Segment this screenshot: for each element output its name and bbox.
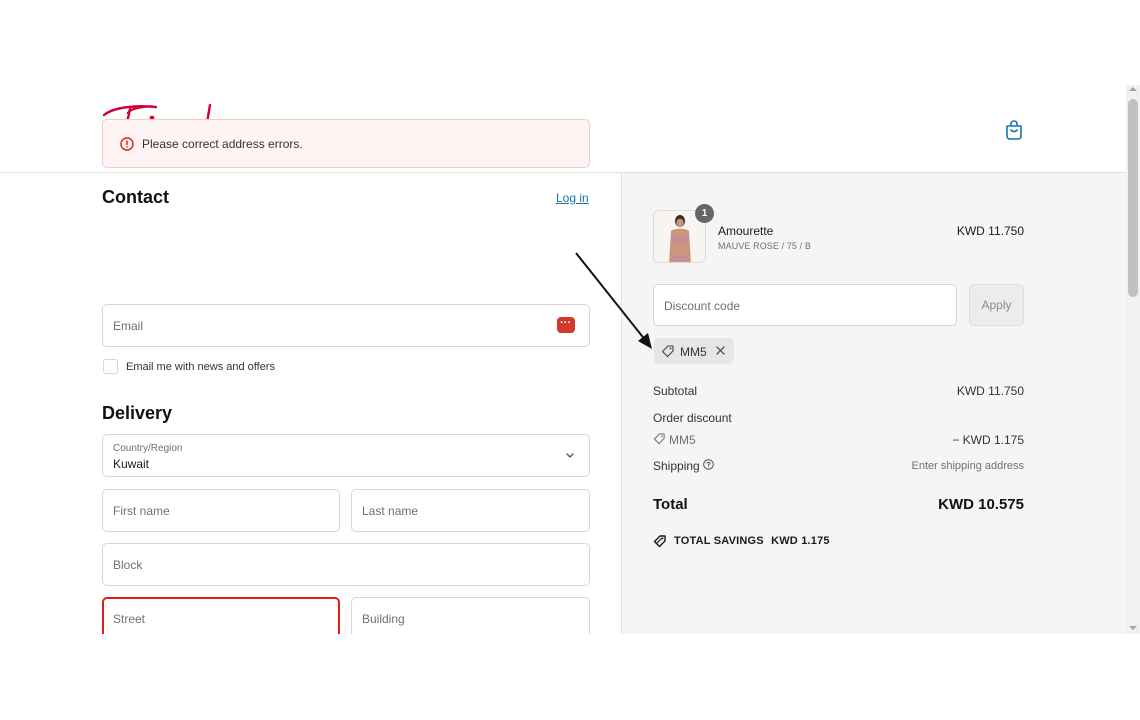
newsletter-checkbox[interactable] [103, 359, 118, 374]
street-placeholder: Street [113, 612, 146, 626]
subtotal-value: KWD 11.750 [956, 384, 1024, 398]
address-error-banner: Please correct address errors. [102, 119, 590, 168]
help-circle-icon[interactable] [703, 459, 714, 470]
applied-discount-code: MM5 [680, 345, 707, 359]
product-name: Amourette [718, 224, 774, 238]
first-name-field[interactable]: First name [102, 489, 340, 532]
quantity-badge: 1 [695, 204, 714, 223]
subtotal-label: Subtotal [653, 384, 698, 398]
country-value: Kuwait [113, 457, 150, 471]
savings-value: KWD 1.175 [771, 535, 830, 547]
discount-tag-icon [653, 433, 665, 445]
tag-icon [661, 345, 674, 358]
country-select[interactable]: Country/Region Kuwait [102, 434, 590, 477]
last-name-placeholder: Last name [362, 504, 419, 518]
first-name-placeholder: First name [113, 504, 170, 518]
total-savings: TOTAL SAVINGS KWD 1.175 [674, 535, 830, 547]
last-name-field[interactable]: Last name [351, 489, 590, 532]
product-price: KWD 11.750 [956, 224, 1024, 238]
total-value: KWD 10.575 [938, 496, 1024, 513]
discount-placeholder: Discount code [664, 299, 741, 313]
block-field[interactable]: Block [102, 543, 590, 586]
total-label: Total [653, 496, 688, 513]
applied-discount-tag: MM5 [654, 338, 734, 364]
country-label: Country/Region [113, 443, 183, 454]
newsletter-label: Email me with news and offers [126, 361, 275, 373]
street-field[interactable]: Street [102, 597, 340, 634]
scroll-up-arrow-icon[interactable] [1129, 87, 1137, 91]
remove-discount-icon[interactable] [714, 344, 727, 357]
contact-heading: Contact [102, 187, 169, 207]
scrollbar-thumb[interactable] [1128, 99, 1138, 297]
error-message: Please correct address errors. [142, 137, 303, 151]
alert-circle-icon [120, 137, 134, 151]
savings-label: TOTAL SAVINGS [674, 535, 764, 547]
chevron-down-icon [566, 453, 574, 458]
apply-discount-button[interactable]: Apply [969, 284, 1024, 326]
email-placeholder: Email [113, 319, 144, 333]
shipping-value: Enter shipping address [911, 460, 1024, 472]
shopping-bag-icon[interactable] [1004, 119, 1024, 141]
page-scrollbar[interactable] [1126, 85, 1140, 634]
scroll-down-arrow-icon[interactable] [1129, 626, 1137, 630]
building-placeholder: Building [362, 612, 405, 626]
savings-tag-icon [653, 535, 666, 548]
autofill-icon[interactable]: ··· [557, 317, 575, 333]
order-discount-code: MM5 [669, 433, 696, 447]
delivery-heading: Delivery [102, 403, 173, 423]
building-field[interactable]: Building [351, 597, 590, 634]
discount-code-input[interactable]: Discount code [653, 284, 957, 326]
order-discount-label: Order discount [653, 411, 732, 425]
shipping-label: Shipping [653, 459, 700, 473]
product-variant: MAUVE ROSE / 75 / B [718, 241, 811, 251]
block-placeholder: Block [113, 558, 143, 572]
login-link[interactable]: Log in [556, 191, 589, 205]
checkout-page: Please correct address errors. Contact L… [0, 85, 1140, 634]
order-discount-value: − KWD 1.175 [952, 433, 1024, 447]
email-field[interactable]: Email ··· [102, 304, 590, 347]
